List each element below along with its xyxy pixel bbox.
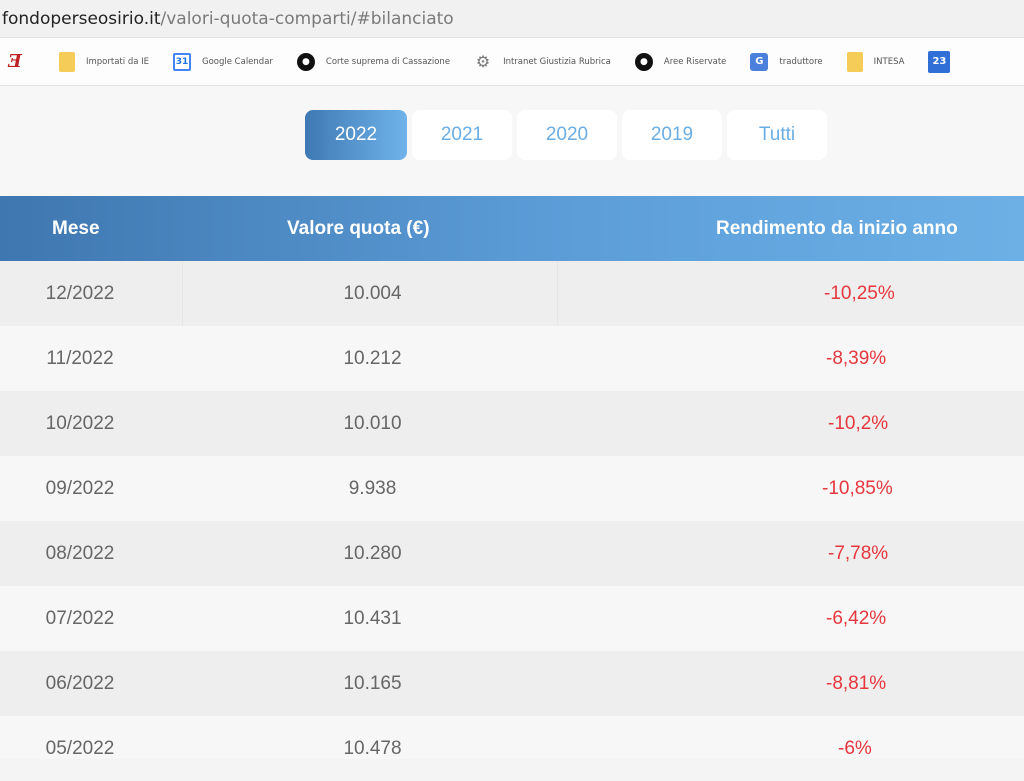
bookmarks-bar: Ǝ Importati da IE 31 Google Calendar ● C…: [0, 38, 1024, 86]
cell-rendimento: -8,81%: [826, 672, 887, 694]
table-row: 12/2022 10.004 -10,25%: [0, 261, 1024, 326]
cell-mese: 07/2022: [45, 607, 115, 629]
gear-icon: ⚙: [475, 52, 491, 71]
table-row: 11/2022 10.212 -8,39%: [0, 326, 1024, 391]
globe-icon: ●: [634, 52, 653, 71]
cell-mese: 08/2022: [45, 542, 115, 564]
tab-tutti[interactable]: Tutti: [727, 110, 827, 160]
cell-rendimento: -6%: [838, 737, 872, 759]
cell-valore-quota: 9.938: [348, 477, 397, 499]
cell-valore-quota: 10.004: [343, 282, 402, 304]
bookmark-label: Intranet Giustizia Rubrica: [503, 56, 611, 67]
cell-mese: 06/2022: [45, 672, 115, 694]
bookmark-importati[interactable]: Importati da IE: [59, 51, 149, 72]
bookmark-label: Aree Riservate: [663, 56, 727, 67]
cell-valore-quota: 10.280: [343, 542, 402, 564]
table-row: 10/2022 10.010 -10,2%: [0, 391, 1024, 456]
cell-mese: 12/2022: [45, 282, 115, 304]
cell-rendimento: -10,25%: [824, 282, 895, 304]
logo-icon: Ǝ: [8, 51, 22, 72]
globe-icon: ●: [296, 52, 315, 71]
cell-rendimento: -6,42%: [826, 607, 887, 629]
translate-icon: G: [750, 52, 769, 71]
url-path: /valori-quota-comparti/#bilanciato: [160, 8, 454, 29]
table-row: 07/2022 10.431 -6,42%: [0, 586, 1024, 651]
bookmark-label: Corte suprema di Cassazione: [325, 56, 451, 67]
url-domain: fondoperseosirio.it: [2, 8, 161, 29]
tab-2020[interactable]: 2020: [517, 110, 617, 160]
header-rendimento: Rendimento da inizio anno: [716, 217, 958, 239]
header-mese: Mese: [52, 217, 100, 239]
address-bar[interactable]: fondoperseosirio.it/valori-quota-compart…: [0, 0, 1024, 38]
cell-mese: 05/2022: [45, 737, 115, 759]
cell-rendimento: -8,39%: [826, 347, 887, 369]
bookmark-label: traduttore: [779, 56, 823, 67]
bookmark-logo[interactable]: Ǝ: [6, 51, 35, 72]
cell-mese: 10/2022: [45, 412, 115, 434]
cell-rendimento: -7,78%: [828, 542, 889, 564]
bookmark-aree-riservate[interactable]: ● Aree Riservate: [634, 52, 727, 71]
year-tabs: 2022 2021 2020 2019 Tutti: [305, 110, 832, 160]
calendar-23-icon: 23: [928, 50, 951, 73]
table-row: 06/2022 10.165 -8,81%: [0, 651, 1024, 716]
header-valore-quota: Valore quota (€): [287, 217, 430, 239]
bookmark-calendar[interactable]: 23: [928, 50, 961, 73]
table-row: 08/2022 10.280 -7,78%: [0, 521, 1024, 586]
cell-mese: 11/2022: [46, 347, 114, 369]
tab-2019[interactable]: 2019: [622, 110, 722, 160]
cell-valore-quota: 10.212: [343, 347, 402, 369]
table-row: 09/2022 9.938 -10,85%: [0, 456, 1024, 521]
bookmark-google-calendar[interactable]: 31 Google Calendar: [173, 52, 273, 71]
cell-rendimento: -10,85%: [822, 477, 893, 499]
google-calendar-icon: 31: [173, 52, 191, 71]
tab-2022[interactable]: 2022: [305, 110, 407, 160]
bookmark-traduttore[interactable]: G traduttore: [750, 52, 823, 71]
table-header: Mese Valore quota (€) Rendimento da iniz…: [0, 196, 1024, 261]
bookmark-label: INTESA: [873, 56, 905, 67]
bookmark-label: Google Calendar: [202, 56, 273, 67]
bookmark-intranet[interactable]: ⚙ Intranet Giustizia Rubrica: [474, 52, 611, 71]
bookmark-label: Importati da IE: [86, 56, 149, 67]
tab-2021[interactable]: 2021: [412, 110, 512, 160]
cell-valore-quota: 10.478: [343, 737, 402, 759]
cell-rendimento: -10,2%: [828, 412, 889, 434]
cell-valore-quota: 10.431: [343, 607, 402, 629]
table-row: 05/2022 10.478 -6%: [0, 716, 1024, 781]
cell-valore-quota: 10.010: [343, 412, 402, 434]
bookmark-cassazione[interactable]: ● Corte suprema di Cassazione: [296, 52, 451, 71]
bookmark-intesa[interactable]: INTESA: [846, 51, 905, 72]
cell-valore-quota: 10.165: [343, 672, 402, 694]
folder-icon: [59, 51, 75, 72]
folder-icon: [846, 51, 863, 72]
page-content: 2022 2021 2020 2019 Tutti Mese Valore qu…: [0, 86, 1024, 759]
cell-mese: 09/2022: [45, 477, 115, 499]
